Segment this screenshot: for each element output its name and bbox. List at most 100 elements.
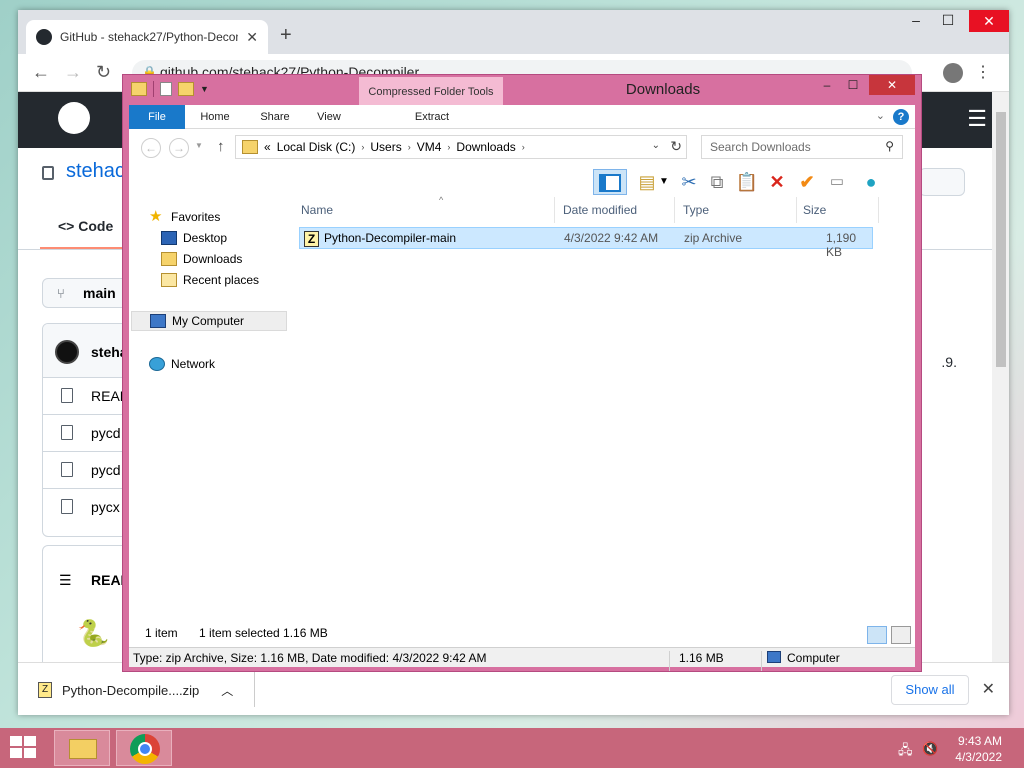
chevron-right-icon[interactable]: ›	[522, 142, 525, 152]
column-header-size[interactable]: Size	[803, 197, 879, 223]
file-size: 1,190 KB	[826, 231, 857, 259]
nav-network[interactable]: Network	[149, 354, 305, 374]
nav-favorites[interactable]: ★ Favorites	[149, 207, 305, 227]
delete-icon[interactable]: ✕	[763, 169, 791, 195]
taskbar-file-explorer[interactable]	[54, 730, 110, 766]
download-item[interactable]: Z Python-Decompile....zip ︿	[32, 675, 252, 705]
layout-pane-icon[interactable]	[593, 169, 627, 195]
file-name[interactable]: pycx	[91, 499, 120, 515]
customize-dropdown-icon[interactable]: ▼	[200, 84, 209, 94]
file-name[interactable]: pycd	[91, 425, 121, 441]
system-clock[interactable]: 9:43 AM 4/3/2022	[955, 733, 1002, 765]
nav-favorites-label: Favorites	[171, 210, 221, 224]
scrollbar-thumb[interactable]	[996, 112, 1006, 367]
breadcrumb-vm4[interactable]: VM4	[417, 140, 442, 154]
tab-extract[interactable]: Extract	[365, 105, 499, 129]
column-header-date[interactable]: Date modified	[563, 197, 675, 223]
tab-home[interactable]: Home	[191, 105, 239, 129]
status-row: 1 item 1 item selected 1.16 MB	[129, 617, 915, 647]
downloads-folder-icon	[161, 252, 177, 266]
tab-file[interactable]: File	[129, 105, 185, 129]
maximize-button[interactable]: ☐	[933, 12, 963, 29]
folder-icon[interactable]	[131, 82, 147, 96]
code-tab[interactable]: <> Code	[58, 218, 113, 234]
paste-icon[interactable]: 📋	[733, 169, 761, 195]
properties-icon[interactable]: ▭	[823, 169, 851, 195]
compressed-folder-tools-tab[interactable]: Compressed Folder Tools	[359, 77, 503, 105]
explorer-maximize-button[interactable]: ☐	[839, 75, 867, 95]
menu-kebab-icon[interactable]: ⋮	[975, 62, 991, 82]
search-icon[interactable]: ⚲	[885, 139, 894, 153]
details-view-icon[interactable]	[867, 626, 887, 644]
reload-icon[interactable]: ↻	[96, 62, 111, 83]
search-input[interactable]: Search Downloads ⚲	[701, 135, 903, 159]
expand-ribbon-icon[interactable]: ⌄	[876, 109, 885, 122]
branch-selector[interactable]: ⑂ main	[42, 278, 132, 308]
forward-icon[interactable]: →	[169, 138, 189, 158]
repo-name-link[interactable]: stehac	[66, 160, 125, 183]
breadcrumb-overflow[interactable]: «	[264, 140, 271, 154]
column-header-type[interactable]: Type	[683, 197, 797, 223]
close-tab-icon[interactable]: ✕	[246, 29, 258, 46]
chevron-right-icon[interactable]: ›	[361, 142, 364, 152]
file-icon	[61, 388, 73, 403]
file-row-selected[interactable]: Z Python-Decompiler-main 4/3/2022 9:42 A…	[299, 227, 873, 259]
file-date: 4/3/2022 9:42 AM	[564, 231, 659, 245]
chevron-up-icon[interactable]: ︿	[221, 682, 233, 699]
hamburger-menu-icon[interactable]: ☰	[967, 106, 987, 132]
explorer-minimize-button[interactable]: –	[813, 75, 841, 95]
help-icon[interactable]: ?	[893, 109, 909, 125]
browser-tab[interactable]: GitHub - stehack27/Python-Decompiler ✕	[26, 20, 268, 54]
avatar[interactable]	[55, 340, 79, 364]
show-all-button[interactable]: Show all	[891, 675, 969, 705]
back-arrow-icon[interactable]: ←	[32, 62, 50, 83]
taskbar-chrome[interactable]	[116, 730, 172, 766]
minimize-button[interactable]: –	[901, 12, 931, 28]
new-folder-icon[interactable]	[178, 82, 194, 96]
status-file-info: Type: zip Archive, Size: 1.16 MB, Date m…	[133, 651, 487, 665]
chevron-right-icon[interactable]: ›	[408, 142, 411, 152]
up-arrow-icon[interactable]: ↑	[217, 138, 225, 155]
cut-icon[interactable]: ✂	[675, 169, 703, 195]
windows-start-icon[interactable]	[10, 736, 38, 760]
list-icon[interactable]: ☰	[59, 572, 72, 589]
repo-action-dropdown[interactable]	[919, 168, 965, 196]
github-logo-icon[interactable]	[58, 102, 90, 134]
breadcrumb-downloads[interactable]: Downloads	[456, 140, 515, 154]
dropdown-arrow-icon[interactable]: ▼	[657, 169, 671, 195]
tab-share[interactable]: Share	[251, 105, 299, 129]
chevron-right-icon[interactable]: ›	[447, 142, 450, 152]
file-icon	[61, 425, 73, 440]
copy-icon[interactable]: ⧉	[703, 169, 731, 195]
file-name[interactable]: pycd	[91, 462, 121, 478]
globe-icon[interactable]: ●	[857, 169, 885, 195]
github-favicon-icon	[36, 29, 52, 45]
file-explorer-icon	[69, 739, 97, 759]
forward-arrow-icon[interactable]: →	[64, 62, 82, 83]
close-download-bar-icon[interactable]: ✕	[982, 679, 995, 699]
large-icons-view-icon[interactable]	[891, 626, 911, 644]
breadcrumb[interactable]: « Local Disk (C:) › Users › VM4 › Downlo…	[235, 135, 687, 159]
new-tab-button[interactable]: +	[280, 24, 292, 47]
status-divider	[669, 651, 670, 671]
rename-check-icon[interactable]: ✔	[793, 169, 821, 195]
explorer-close-button[interactable]: ✕	[869, 75, 915, 95]
breadcrumb-local-disk[interactable]: Local Disk (C:)	[277, 140, 356, 154]
page-scrollbar[interactable]	[992, 92, 1009, 662]
properties-icon[interactable]	[160, 82, 172, 96]
volume-muted-icon[interactable]: 🔇	[922, 741, 938, 757]
recent-places-icon	[161, 273, 177, 287]
breadcrumb-users[interactable]: Users	[370, 140, 401, 154]
close-window-button[interactable]: ✕	[969, 10, 1009, 32]
tab-view[interactable]: View	[307, 105, 351, 129]
address-dropdown-icon[interactable]: ⌄	[652, 140, 660, 151]
nav-my-computer[interactable]: My Computer	[131, 311, 287, 331]
quick-access-toolbar: ▼	[131, 81, 209, 97]
recent-locations-icon[interactable]: ▼	[195, 141, 203, 150]
nav-recent-label: Recent places	[183, 273, 260, 287]
profile-avatar-icon[interactable]	[943, 63, 963, 83]
back-icon[interactable]: ←	[141, 138, 161, 158]
network-tray-icon[interactable]: 🖧	[898, 741, 913, 763]
refresh-icon[interactable]: ↻	[670, 138, 682, 155]
column-header-name[interactable]: Name ^	[301, 195, 555, 223]
